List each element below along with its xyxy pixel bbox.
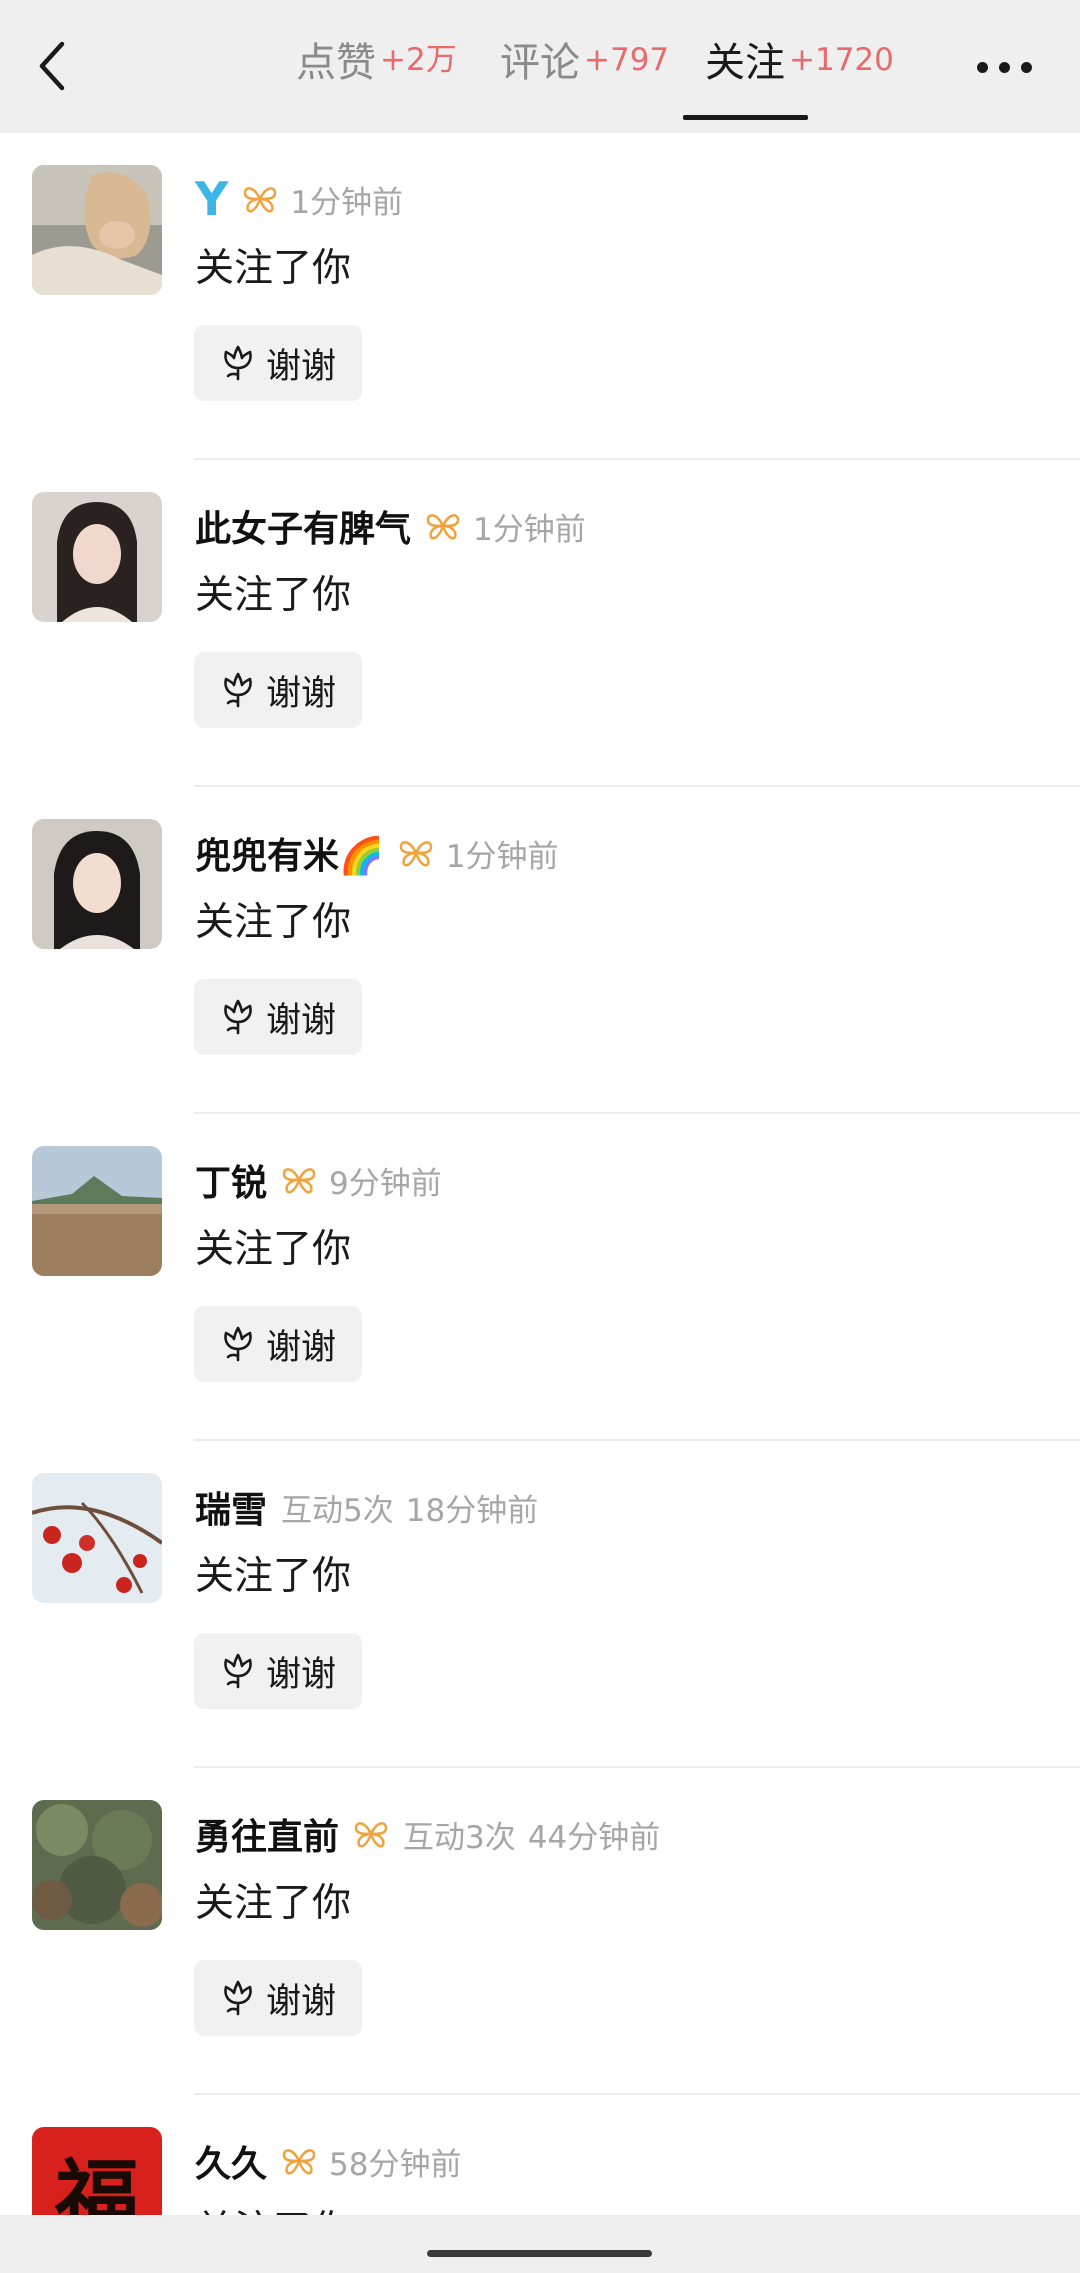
timestamp: 58分钟前 <box>329 2146 462 2183</box>
item-header: Y 1分钟前 <box>195 169 403 229</box>
butterfly-vip-icon <box>242 184 278 214</box>
interaction-count: 互动5次 <box>281 1492 394 1529</box>
tab-likes-label: 点赞 <box>296 40 376 86</box>
flower-icon <box>220 671 256 709</box>
username[interactable]: Y <box>195 172 228 226</box>
interaction-count: 互动3次 <box>403 1819 516 1856</box>
thanks-button[interactable]: 谢谢 <box>194 1633 362 1709</box>
timestamp: 1分钟前 <box>290 184 404 221</box>
action-text: 关注了你 <box>195 246 352 291</box>
flower-icon <box>220 344 256 382</box>
list-item[interactable]: Y 1分钟前 关注了你 谢谢 <box>0 133 1080 460</box>
item-header: 勇往直前 互动3次 44分钟前 <box>195 1804 660 1864</box>
tab-follows-count: +1720 <box>789 42 894 78</box>
flower-icon <box>220 1979 256 2017</box>
timestamp: 1分钟前 <box>445 838 559 875</box>
butterfly-vip-icon <box>353 1819 389 1849</box>
tab-likes[interactable]: 点赞 +2万 <box>296 30 457 110</box>
avatar[interactable] <box>32 165 162 295</box>
timestamp: 44分钟前 <box>527 1819 661 1856</box>
item-header: 久久 58分钟前 <box>195 2131 461 2191</box>
thanks-label: 谢谢 <box>265 346 336 387</box>
action-text: 关注了你 <box>195 900 352 945</box>
username[interactable]: 瑞雪 <box>195 1481 267 1533</box>
thanks-button[interactable]: 谢谢 <box>194 325 362 401</box>
list-item[interactable]: 勇往直前 互动3次 44分钟前 关注了你 谢谢 <box>0 1768 1080 2095</box>
thanks-label: 谢谢 <box>265 1981 336 2022</box>
bottom-bar <box>0 2215 1080 2273</box>
action-text: 关注了你 <box>195 573 352 618</box>
avatar[interactable] <box>32 1473 162 1603</box>
list-item[interactable]: 福 久久 58分钟前 关注了你 <box>0 2095 1080 2235</box>
username[interactable]: 兜兜有米🌈 <box>195 827 384 879</box>
tab-comments-count: +797 <box>584 42 670 78</box>
item-header: 瑞雪 互动5次 18分钟前 <box>195 1477 538 1537</box>
tab-comments[interactable]: 评论 +797 <box>500 30 669 110</box>
list-item[interactable]: 此女子有脾气 1分钟前 关注了你 谢谢 <box>0 460 1080 787</box>
top-navigation-bar: 点赞 +2万 评论 +797 关注 +1720 <box>0 0 1080 133</box>
tab-comments-label: 评论 <box>500 40 580 86</box>
more-button[interactable] <box>975 52 1035 82</box>
username[interactable]: 勇往直前 <box>195 1808 339 1860</box>
action-text: 关注了你 <box>195 1227 352 1272</box>
timestamp: 1分钟前 <box>473 511 586 548</box>
butterfly-vip-icon <box>281 1165 317 1195</box>
username[interactable]: 丁锐 <box>195 1154 267 1206</box>
thanks-button[interactable]: 谢谢 <box>194 652 362 728</box>
butterfly-vip-icon <box>281 2146 317 2176</box>
thanks-label: 谢谢 <box>265 1000 336 1041</box>
thanks-button[interactable]: 谢谢 <box>194 1306 362 1382</box>
butterfly-vip-icon <box>398 838 434 868</box>
timestamp: 18分钟前 <box>405 1492 539 1529</box>
item-header: 此女子有脾气 1分钟前 <box>195 496 586 556</box>
chevron-left-icon <box>39 41 65 91</box>
username[interactable]: 此女子有脾气 <box>195 500 411 552</box>
list-item[interactable]: 瑞雪 互动5次 18分钟前 关注了你 谢谢 <box>0 1441 1080 1768</box>
home-indicator[interactable] <box>427 2250 652 2257</box>
avatar[interactable] <box>32 1800 162 1930</box>
thanks-label: 谢谢 <box>265 1327 336 1368</box>
thanks-label: 谢谢 <box>265 1654 336 1695</box>
flower-icon <box>220 998 256 1036</box>
thanks-button[interactable]: 谢谢 <box>194 979 362 1055</box>
list-item[interactable]: 兜兜有米🌈 1分钟前 关注了你 谢谢 <box>0 787 1080 1114</box>
back-button[interactable] <box>30 36 78 96</box>
thanks-label: 谢谢 <box>265 673 336 714</box>
list-item[interactable]: 丁锐 9分钟前 关注了你 谢谢 <box>0 1114 1080 1441</box>
flower-icon <box>220 1325 256 1363</box>
thanks-button[interactable]: 谢谢 <box>194 1960 362 2036</box>
tab-follows[interactable]: 关注 +1720 <box>705 30 894 110</box>
more-dots-icon <box>977 62 988 73</box>
item-header: 兜兜有米🌈 1分钟前 <box>195 823 559 883</box>
avatar[interactable] <box>32 492 162 622</box>
active-tab-underline <box>683 115 808 120</box>
flower-icon <box>220 1652 256 1690</box>
tab-follows-label: 关注 <box>705 40 785 86</box>
avatar[interactable] <box>32 1146 162 1276</box>
tab-likes-count: +2万 <box>380 42 457 78</box>
item-header: 丁锐 9分钟前 <box>195 1150 442 1210</box>
action-text: 关注了你 <box>195 1554 352 1599</box>
timestamp: 9分钟前 <box>329 1165 442 1202</box>
butterfly-vip-icon <box>425 511 461 541</box>
avatar[interactable] <box>32 819 162 949</box>
username[interactable]: 久久 <box>195 2135 267 2187</box>
action-text: 关注了你 <box>195 1881 352 1926</box>
